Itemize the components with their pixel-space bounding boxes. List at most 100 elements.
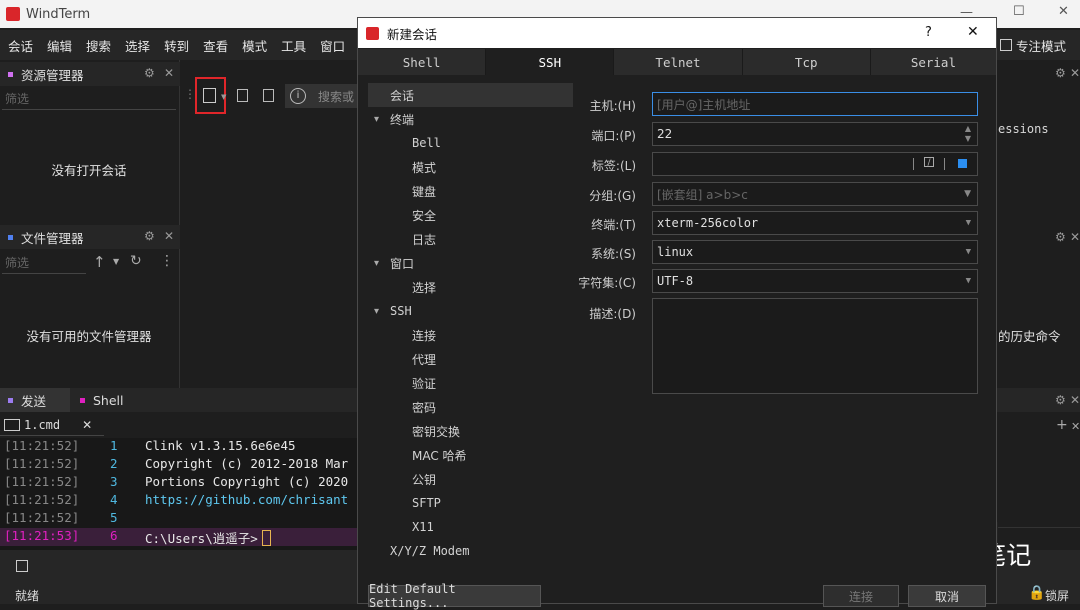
gear-icon[interactable]: ⚙ (1055, 230, 1066, 244)
description-textarea[interactable] (652, 298, 978, 394)
menu-search[interactable]: 搜索 (86, 36, 111, 55)
tree-item-label: X/Y/Z Modem (390, 544, 470, 558)
chevron-down-icon[interactable]: ▼ (221, 93, 226, 101)
menu-window[interactable]: 窗口 (320, 36, 345, 55)
menu-view[interactable]: 查看 (203, 36, 228, 55)
tab-tcp[interactable]: Tcp (742, 49, 871, 75)
up-arrow-icon[interactable]: ↑ (93, 253, 106, 271)
tab-telnet[interactable]: Telnet (614, 49, 743, 75)
color-swatch-icon[interactable] (958, 159, 967, 168)
tree-item-label: 代理 (412, 352, 437, 367)
host-input[interactable]: [用户@]主机地址 (652, 92, 978, 116)
more-icon[interactable]: ⋮ (160, 253, 174, 269)
lock-screen-label[interactable]: 锁屏 (1045, 587, 1069, 604)
line-timestamp: [11:21:52] (4, 438, 80, 453)
tag-input[interactable]: / (652, 152, 978, 176)
new-window-icon[interactable] (237, 89, 248, 102)
focus-mode-menu[interactable]: 专注模式 (1000, 30, 1066, 60)
tree-item[interactable]: 模式 (368, 155, 573, 179)
tree-item[interactable]: SFTP (368, 491, 573, 515)
chevron-down-icon[interactable]: ▾ (374, 258, 388, 269)
chevron-down-icon[interactable]: ▾ (374, 306, 388, 317)
search-box[interactable]: i 搜索或 (285, 84, 357, 108)
dialog-close-button[interactable]: ✕ (967, 24, 979, 40)
tree-item[interactable]: 密码 (368, 395, 573, 419)
tree-item-label: Bell (412, 136, 441, 150)
tab-serial[interactable]: Serial (870, 49, 997, 75)
menu-session[interactable]: 会话 (8, 36, 33, 55)
maximize-button[interactable]: ☐ (1013, 4, 1025, 19)
tree-item[interactable]: Bell (368, 131, 573, 155)
port-stepper[interactable]: 22 ▲ ▼ (652, 122, 978, 146)
tree-item[interactable]: 代理 (368, 347, 573, 371)
stepper-up-icon[interactable]: ▲ (965, 124, 971, 133)
tree-item[interactable]: X/Y/Z Modem (368, 539, 573, 563)
menu-edit[interactable]: 编辑 (47, 36, 72, 55)
tree-item[interactable]: ▾ SSH (368, 299, 573, 323)
tree-item[interactable]: ▾ 终端 (368, 107, 573, 131)
line-number: 3 (110, 474, 118, 489)
close-icon[interactable]: ✕ (1070, 230, 1080, 244)
menu-select[interactable]: 选择 (125, 36, 150, 55)
clear-icon[interactable]: / (924, 157, 934, 168)
send-tab[interactable]: 发送 (0, 388, 70, 412)
terminal-line: [11:21:52] 4 https://github.com/chrisant (0, 492, 357, 510)
tree-item[interactable]: ▾ 窗口 (368, 251, 573, 275)
menu-goto[interactable]: 转到 (164, 36, 189, 55)
close-icon[interactable]: ✕ (164, 229, 174, 243)
new-tab-icon[interactable] (263, 89, 274, 102)
help-button[interactable]: ? (925, 25, 932, 40)
lock-icon[interactable]: 🔒 (1028, 585, 1045, 601)
menu-tools[interactable]: 工具 (281, 36, 306, 55)
send-tab-marker-icon (8, 397, 13, 403)
tree-item[interactable]: 密钥交换 (368, 419, 573, 443)
gear-icon[interactable]: ⚙ (144, 66, 155, 80)
close-icon[interactable]: ✕ (1071, 420, 1080, 433)
file-filter-input[interactable]: 筛选 (2, 254, 86, 274)
host-label: 主机:(H) (589, 99, 636, 113)
tree-item[interactable]: 键盘 (368, 179, 573, 203)
tree-item[interactable]: 会话 (368, 83, 573, 107)
stepper-down-icon[interactable]: ▼ (965, 134, 971, 143)
close-icon[interactable]: ✕ (164, 66, 174, 80)
chevron-down-icon[interactable]: ▾ (374, 114, 388, 125)
close-icon[interactable]: ✕ (1070, 66, 1080, 80)
resource-filter-input[interactable]: 筛选 (2, 90, 176, 110)
system-dropdown[interactable]: linux ▼ (652, 240, 978, 264)
tree-item-label: 日志 (412, 232, 437, 247)
tab-ssh[interactable]: SSH (486, 49, 615, 75)
tree-item-label: 安全 (412, 208, 437, 223)
chevron-down-icon[interactable]: ▼ (113, 257, 119, 266)
close-icon[interactable]: ✕ (82, 418, 92, 432)
tree-item[interactable]: 公钥 (368, 467, 573, 491)
line-number: 4 (110, 492, 118, 507)
refresh-icon[interactable]: ↻ (130, 253, 142, 269)
gear-icon[interactable]: ⚙ (1055, 393, 1066, 407)
file-manager-header: 文件管理器 ⚙ ✕ (0, 225, 180, 249)
tree-item[interactable]: 安全 (368, 203, 573, 227)
terminal-output[interactable]: [11:21:52] 1 Clink v1.3.15.6e6e45 [11:21:52… (0, 438, 357, 550)
close-window-button[interactable]: ✕ (1058, 4, 1069, 19)
close-icon[interactable]: ✕ (1070, 393, 1080, 407)
no-session-text: 没有打开会话 (51, 163, 127, 178)
session-toolbar: ⋮ ▼ i 搜索或 (181, 77, 357, 114)
focus-mode-icon (1000, 39, 1012, 51)
tree-item[interactable]: 连接 (368, 323, 573, 347)
tree-item[interactable]: 日志 (368, 227, 573, 251)
tab-shell[interactable]: Shell (358, 49, 487, 75)
shell-tab[interactable]: Shell (80, 388, 160, 412)
group-dropdown[interactable]: [嵌套组] a>b>c ▼ (652, 182, 978, 206)
tree-item[interactable]: 选择 (368, 275, 573, 299)
tree-item-label: 终端 (390, 112, 415, 127)
terminal-type-dropdown[interactable]: xterm-256color ▼ (652, 211, 978, 235)
terminal-tab[interactable]: 1.cmd ✕ (0, 414, 104, 436)
charset-dropdown[interactable]: UTF-8 ▼ (652, 269, 978, 293)
menu-mode[interactable]: 模式 (242, 36, 267, 55)
tree-item[interactable]: X11 (368, 515, 573, 539)
tree-item[interactable]: 验证 (368, 371, 573, 395)
gear-icon[interactable]: ⚙ (144, 229, 155, 243)
gear-icon[interactable]: ⚙ (1055, 66, 1066, 80)
add-tab-icon[interactable]: + (1056, 417, 1068, 433)
tree-item[interactable]: MAC 哈希 (368, 443, 573, 467)
cursor (262, 530, 271, 546)
